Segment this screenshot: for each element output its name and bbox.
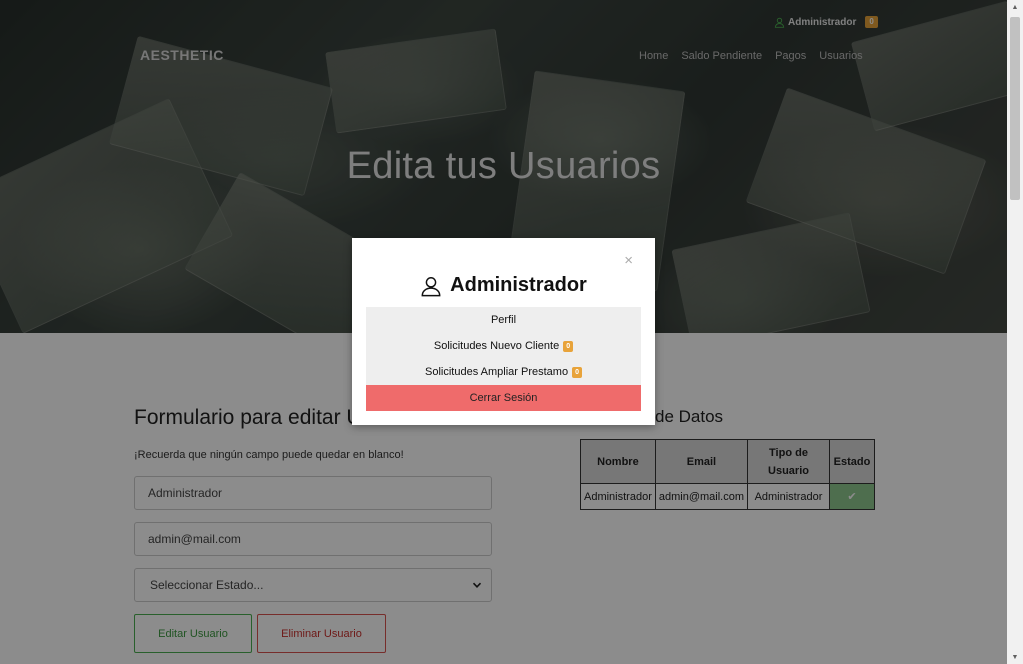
modal-header: Administrador xyxy=(352,274,655,297)
menu-item-perfil[interactable]: Perfil xyxy=(366,307,641,333)
scroll-up-arrow-icon[interactable]: ▲ xyxy=(1007,0,1023,14)
notification-badge: 0 xyxy=(572,366,582,378)
logout-button[interactable]: Cerrar Sesión xyxy=(366,385,641,411)
scroll-down-arrow-icon[interactable]: ▼ xyxy=(1007,650,1023,664)
menu-item-label: Perfil xyxy=(490,314,517,326)
modal-menu: Perfil Solicitudes Nuevo Cliente 0 Solic… xyxy=(366,307,641,411)
menu-item-solicitudes-nuevo-cliente[interactable]: Solicitudes Nuevo Cliente 0 xyxy=(366,333,641,359)
scrollbar[interactable]: ▲ ▼ xyxy=(1007,0,1023,664)
menu-item-label: Solicitudes Ampliar Prestamo xyxy=(425,366,569,378)
notification-badge: 0 xyxy=(563,340,574,352)
user-icon xyxy=(421,276,441,296)
modal-title: Administrador xyxy=(450,274,587,296)
menu-item-label: Cerrar Sesión xyxy=(469,392,538,404)
close-icon[interactable]: × xyxy=(624,253,633,268)
menu-item-solicitudes-ampliar-prestamo[interactable]: Solicitudes Ampliar Prestamo 0 xyxy=(366,359,641,385)
user-modal: × Administrador Perfil Solicitudes Nuevo… xyxy=(352,238,655,425)
scroll-thumb[interactable] xyxy=(1010,17,1020,200)
menu-item-label: Solicitudes Nuevo Cliente xyxy=(433,340,560,352)
